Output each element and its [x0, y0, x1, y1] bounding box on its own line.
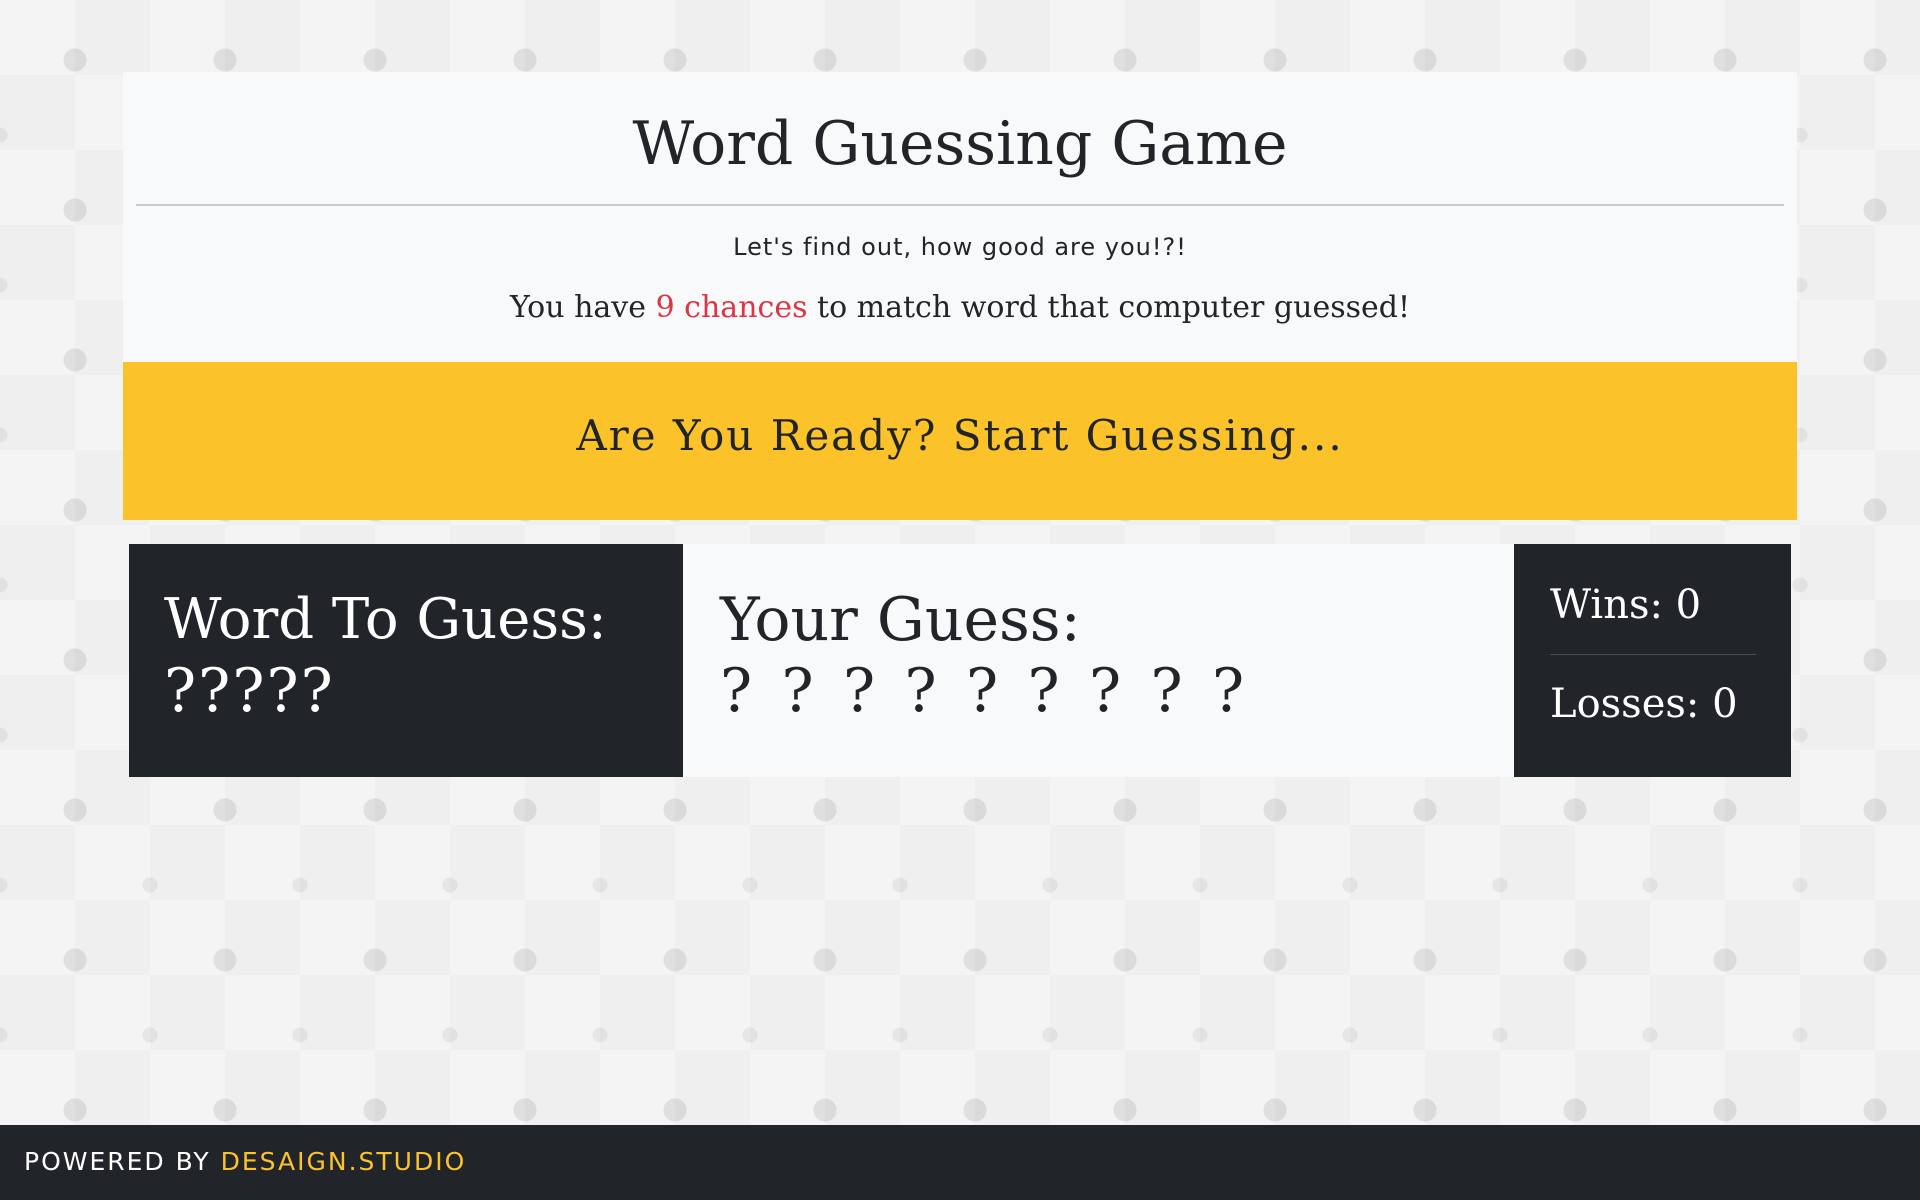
footer-brand-link[interactable]: DESAIGN.STUDIO: [221, 1147, 467, 1176]
wins-counter: Wins: 0: [1550, 582, 1702, 628]
footer-credit: POWERED BY DESAIGN.STUDIO: [24, 1145, 466, 1179]
chances-text: You have 9 chances to match word that co…: [0, 286, 1920, 330]
your-guess-panel: Your Guess: ? ? ? ? ? ? ? ? ?: [683, 544, 1514, 777]
word-to-guess-value: ?????: [164, 656, 335, 726]
guess-slot: ?: [904, 656, 937, 726]
stats-divider: [1550, 654, 1756, 655]
guess-slot: ?: [966, 656, 999, 726]
chances-count: 9 chances: [655, 290, 808, 325]
footer: POWERED BY DESAIGN.STUDIO: [0, 1125, 1920, 1200]
word-to-guess-panel: Word To Guess: ?????: [129, 544, 683, 777]
status-banner-text: Are You Ready? Start Guessing...: [576, 411, 1344, 460]
guess-slot: ?: [1150, 656, 1183, 726]
subtitle: Let's find out, how good are you!?!: [733, 233, 1187, 261]
footer-powered-by: POWERED BY: [24, 1147, 211, 1176]
word-to-guess-label: Word To Guess:: [164, 587, 607, 652]
your-guess-label: Your Guess:: [720, 585, 1081, 655]
guess-slot: ?: [1027, 656, 1060, 726]
guess-slot: ?: [1089, 656, 1122, 726]
guess-slot: ?: [1212, 656, 1245, 726]
losses-counter: Losses: 0: [1550, 681, 1738, 727]
guess-slot: ?: [843, 656, 876, 726]
title-divider: [136, 204, 1784, 206]
stats-panel: Wins: 0 Losses: 0: [1514, 544, 1791, 777]
guess-slot: ?: [720, 656, 753, 726]
chances-suffix: to match word that computer guessed!: [817, 290, 1410, 325]
page-title: Word Guessing Game: [632, 109, 1288, 179]
guess-slots: ? ? ? ? ? ? ? ? ?: [720, 654, 1274, 728]
guess-slot: ?: [781, 656, 814, 726]
chances-prefix: You have: [509, 290, 647, 325]
